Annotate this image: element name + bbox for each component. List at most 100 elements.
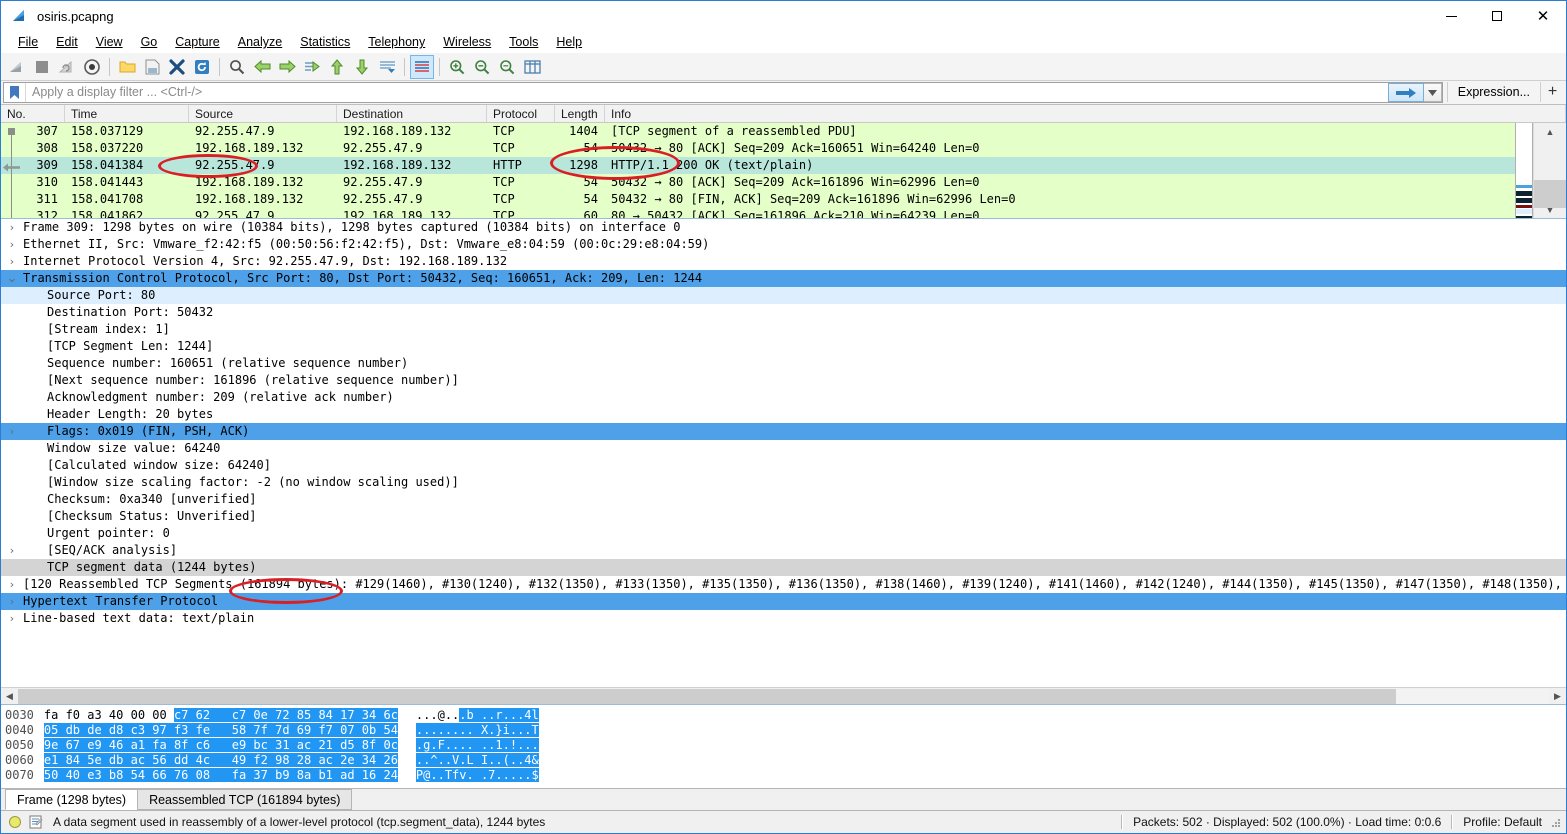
expert-info-yellow-icon[interactable] <box>9 816 21 828</box>
column-header-time[interactable]: Time <box>65 105 189 122</box>
detail-tree-row[interactable]: TCP segment data (1244 bytes) <box>1 559 1566 576</box>
menu-capture[interactable]: Capture <box>166 33 228 51</box>
chevron-right-icon[interactable]: › <box>1 253 23 270</box>
apply-filter-button[interactable] <box>1387 83 1424 102</box>
resize-columns-icon[interactable] <box>520 55 544 79</box>
add-filter-button[interactable]: + <box>1540 82 1564 102</box>
table-row[interactable]: 310 158.041443 192.168.189.132 92.255.47… <box>1 174 1566 191</box>
hex-dump-row[interactable]: 0070 50 40 e3 b8 54 66 76 08 fa 37 b9 8a … <box>5 768 1566 783</box>
detail-tree-row[interactable]: › Line-based text data: text/plain <box>1 610 1566 627</box>
detail-tree-row[interactable]: › Internet Protocol Version 4, Src: 92.25… <box>1 253 1566 270</box>
column-header-info[interactable]: Info <box>605 105 1566 122</box>
table-row-selected[interactable]: 309 158.041384 92.255.47.9 192.168.189.1… <box>1 157 1566 174</box>
stop-capture-icon[interactable] <box>30 55 54 79</box>
detail-tree-row[interactable]: ⌄ Transmission Control Protocol, Src Port… <box>1 270 1566 287</box>
menu-tools[interactable]: Tools <box>500 33 547 51</box>
menu-analyze[interactable]: Analyze <box>229 33 291 51</box>
go-back-icon[interactable] <box>250 55 274 79</box>
detail-tree-row[interactable]: Window size value: 64240 <box>1 440 1566 457</box>
resize-grip-icon[interactable] <box>1548 815 1562 829</box>
menu-telephony[interactable]: Telephony <box>359 33 434 51</box>
packet-details-horizontal-scrollbar[interactable]: ◀ ▶ <box>1 687 1566 704</box>
display-filter-input-wrapper[interactable]: Apply a display filter ... <Ctrl-/> <box>3 82 1443 103</box>
scroll-left-arrow-icon[interactable]: ◀ <box>1 691 18 702</box>
hex-dump-row[interactable]: 0060 e1 84 5e db ac 56 dd 4c 49 f2 98 28 … <box>5 753 1566 768</box>
find-packet-icon[interactable] <box>225 55 249 79</box>
detail-tree-row[interactable]: [Stream index: 1] <box>1 321 1566 338</box>
detail-tree-row[interactable]: Destination Port: 50432 <box>1 304 1566 321</box>
column-header-no[interactable]: No. <box>1 105 65 122</box>
detail-tree-row[interactable]: › Ethernet II, Src: Vmware_f2:42:f5 (00:5… <box>1 236 1566 253</box>
capture-options-icon[interactable] <box>80 55 104 79</box>
detail-tree-row[interactable]: [Calculated window size: 64240] <box>1 457 1566 474</box>
packet-details-tree[interactable]: › Frame 309: 1298 bytes on wire (10384 bi… <box>1 219 1566 687</box>
maximize-button[interactable] <box>1474 1 1520 31</box>
detail-tree-row[interactable]: [TCP Segment Len: 1244] <box>1 338 1566 355</box>
column-header-source[interactable]: Source <box>189 105 337 122</box>
display-filter-input[interactable]: Apply a display filter ... <Ctrl-/> <box>26 83 1388 102</box>
detail-tree-row[interactable]: [Checksum Status: Unverified] <box>1 508 1566 525</box>
go-first-packet-icon[interactable] <box>325 55 349 79</box>
filter-history-dropdown[interactable] <box>1423 83 1442 102</box>
hex-dump-row[interactable]: 0030 fa f0 a3 40 00 00 c7 62 c7 0e 72 85 … <box>5 708 1566 723</box>
chevron-right-icon[interactable]: › <box>1 610 23 627</box>
chevron-right-icon[interactable]: › <box>1 236 23 253</box>
chevron-right-icon[interactable]: › <box>1 576 23 593</box>
chevron-down-icon[interactable]: ⌄ <box>1 272 23 285</box>
detail-tree-row[interactable]: [Window size scaling factor: -2 (no wind… <box>1 474 1566 491</box>
packet-list-body[interactable]: 307 158.037129 92.255.47.9 192.168.189.1… <box>1 123 1566 218</box>
detail-tree-row[interactable]: › Flags: 0x019 (FIN, PSH, ACK) <box>1 423 1566 440</box>
scroll-up-arrow-icon[interactable]: ▲ <box>1534 123 1566 140</box>
close-file-icon[interactable] <box>165 55 189 79</box>
packet-bytes-pane[interactable]: 0030 fa f0 a3 40 00 00 c7 62 c7 0e 72 85 … <box>1 705 1566 789</box>
packet-list-vertical-scrollbar[interactable]: ▲ ▼ <box>1533 123 1566 218</box>
scroll-track[interactable] <box>1534 140 1566 208</box>
menu-go[interactable]: Go <box>132 33 167 51</box>
scroll-right-arrow-icon[interactable]: ▶ <box>1549 691 1566 702</box>
profile-label[interactable]: Profile: Default <box>1463 815 1542 829</box>
close-button[interactable]: ✕ <box>1520 1 1566 31</box>
table-row[interactable]: 308 158.037220 192.168.189.132 92.255.47… <box>1 140 1566 157</box>
hscroll-track[interactable] <box>18 688 1549 704</box>
bookmark-icon[interactable] <box>4 83 26 102</box>
auto-scroll-icon[interactable] <box>375 55 399 79</box>
chevron-right-icon[interactable]: › <box>1 219 23 236</box>
normal-size-icon[interactable] <box>495 55 519 79</box>
chevron-right-icon[interactable]: › <box>1 423 23 440</box>
zoom-in-icon[interactable] <box>445 55 469 79</box>
detail-tree-row[interactable]: Checksum: 0xa340 [unverified] <box>1 491 1566 508</box>
menu-file[interactable]: File <box>9 33 47 51</box>
menu-edit[interactable]: Edit <box>47 33 87 51</box>
minimize-button[interactable] <box>1428 1 1474 31</box>
detail-tree-row[interactable]: [Next sequence number: 161896 (relative … <box>1 372 1566 389</box>
column-header-destination[interactable]: Destination <box>337 105 487 122</box>
menu-view[interactable]: View <box>87 33 132 51</box>
go-last-packet-icon[interactable] <box>350 55 374 79</box>
open-file-icon[interactable] <box>115 55 139 79</box>
menu-wireless[interactable]: Wireless <box>434 33 500 51</box>
filter-expression-button[interactable]: Expression... <box>1446 82 1540 102</box>
hex-dump-row[interactable]: 0040 05 db de d8 c3 97 f3 fe 58 7f 7d 69 … <box>5 723 1566 738</box>
detail-tree-row[interactable]: › Hypertext Transfer Protocol <box>1 593 1566 610</box>
chevron-right-icon[interactable]: › <box>1 542 23 559</box>
hex-dump-row[interactable]: 0050 9e 67 e9 46 a1 fa 8f c6 e9 bc 31 ac … <box>5 738 1566 753</box>
chevron-right-icon[interactable]: › <box>1 593 23 610</box>
packet-list-scrollbar-area[interactable]: ▲ ▼ <box>1515 123 1566 218</box>
scroll-thumb[interactable] <box>1534 180 1566 208</box>
capture-file-comment-icon[interactable] <box>29 815 43 829</box>
zoom-out-icon[interactable] <box>470 55 494 79</box>
detail-tree-row[interactable]: › [120 Reassembled TCP Segments (161894 b… <box>1 576 1566 593</box>
column-header-length[interactable]: Length <box>555 105 605 122</box>
detail-tree-row[interactable]: › Frame 309: 1298 bytes on wire (10384 bi… <box>1 219 1566 236</box>
colorize-packets-icon[interactable] <box>410 54 434 79</box>
go-forward-icon[interactable] <box>275 55 299 79</box>
hscroll-thumb[interactable] <box>18 688 1396 704</box>
detail-tree-row[interactable]: › [SEQ/ACK analysis] <box>1 542 1566 559</box>
menu-statistics[interactable]: Statistics <box>291 33 359 51</box>
detail-tree-row[interactable]: Urgent pointer: 0 <box>1 525 1566 542</box>
detail-tree-row[interactable]: Header Length: 20 bytes <box>1 406 1566 423</box>
table-row[interactable]: 311 158.041708 192.168.189.132 92.255.47… <box>1 191 1566 208</box>
intelligent-scrollbar-minimap[interactable] <box>1515 123 1533 218</box>
go-to-packet-icon[interactable] <box>300 55 324 79</box>
detail-tree-row[interactable]: Acknowledgment number: 209 (relative ack… <box>1 389 1566 406</box>
